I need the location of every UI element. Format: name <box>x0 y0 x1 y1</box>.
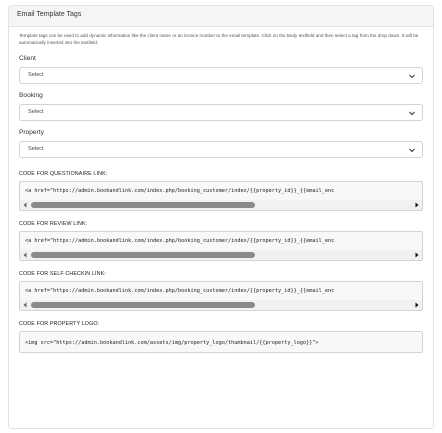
self-checkin-code-label: CODE FOR SELF CHECKIN LINK: <box>19 271 106 278</box>
property-label: Property <box>19 129 44 137</box>
booking-select-value: Select <box>28 109 44 116</box>
client-select-value: Select <box>28 72 44 79</box>
property-select-value: Select <box>28 146 44 153</box>
client-label: Client <box>19 55 36 63</box>
triangle-right-icon[interactable] <box>413 251 421 259</box>
client-select[interactable]: Select <box>19 67 423 85</box>
property-logo-code-label: CODE FOR PROPERTY LOGO: <box>19 321 100 328</box>
chevron-down-icon <box>409 148 415 153</box>
panel-description: Template tags can be used to add dynamic… <box>19 33 419 45</box>
property-logo-code-text: <img src="https://admin.bookandlink.com/… <box>25 340 319 347</box>
questionaire-code-label: CODE FOR QUESTIONAIRE LINK: <box>19 171 108 178</box>
questionaire-code-box[interactable]: <a href="https://admin.bookandlink.com/i… <box>19 181 423 212</box>
triangle-left-icon[interactable] <box>21 201 29 209</box>
review-code-box[interactable]: <a href="https://admin.bookandlink.com/i… <box>19 231 423 262</box>
self-checkin-code-box[interactable]: <a href="https://admin.bookandlink.com/i… <box>19 281 423 312</box>
horizontal-scrollbar[interactable] <box>20 200 422 211</box>
triangle-right-icon[interactable] <box>413 201 421 209</box>
review-code-label: CODE FOR REVIEW LINK: <box>19 221 88 228</box>
scroll-thumb[interactable] <box>31 202 255 209</box>
horizontal-scrollbar[interactable] <box>20 250 422 261</box>
horizontal-scrollbar[interactable] <box>20 300 422 311</box>
review-code-text: <a href="https://admin.bookandlink.com/i… <box>25 238 335 245</box>
chevron-down-icon <box>409 74 415 79</box>
panel-body: Template tags can be used to add dynamic… <box>9 27 433 354</box>
property-select[interactable]: Select <box>19 141 423 159</box>
booking-label: Booking <box>19 92 43 100</box>
scroll-thumb[interactable] <box>31 252 255 259</box>
triangle-left-icon[interactable] <box>21 251 29 259</box>
self-checkin-code-text: <a href="https://admin.bookandlink.com/i… <box>25 288 335 295</box>
triangle-left-icon[interactable] <box>21 301 29 309</box>
panel-title: Email Template Tags <box>9 6 433 27</box>
scroll-thumb[interactable] <box>31 302 255 309</box>
email-template-tags-panel: Email Template Tags Template tags can be… <box>8 5 434 429</box>
questionaire-code-text: <a href="https://admin.bookandlink.com/i… <box>25 188 335 195</box>
triangle-right-icon[interactable] <box>413 301 421 309</box>
booking-select[interactable]: Select <box>19 104 423 122</box>
chevron-down-icon <box>409 111 415 116</box>
property-logo-code-box[interactable]: <img src="https://admin.bookandlink.com/… <box>19 331 423 354</box>
